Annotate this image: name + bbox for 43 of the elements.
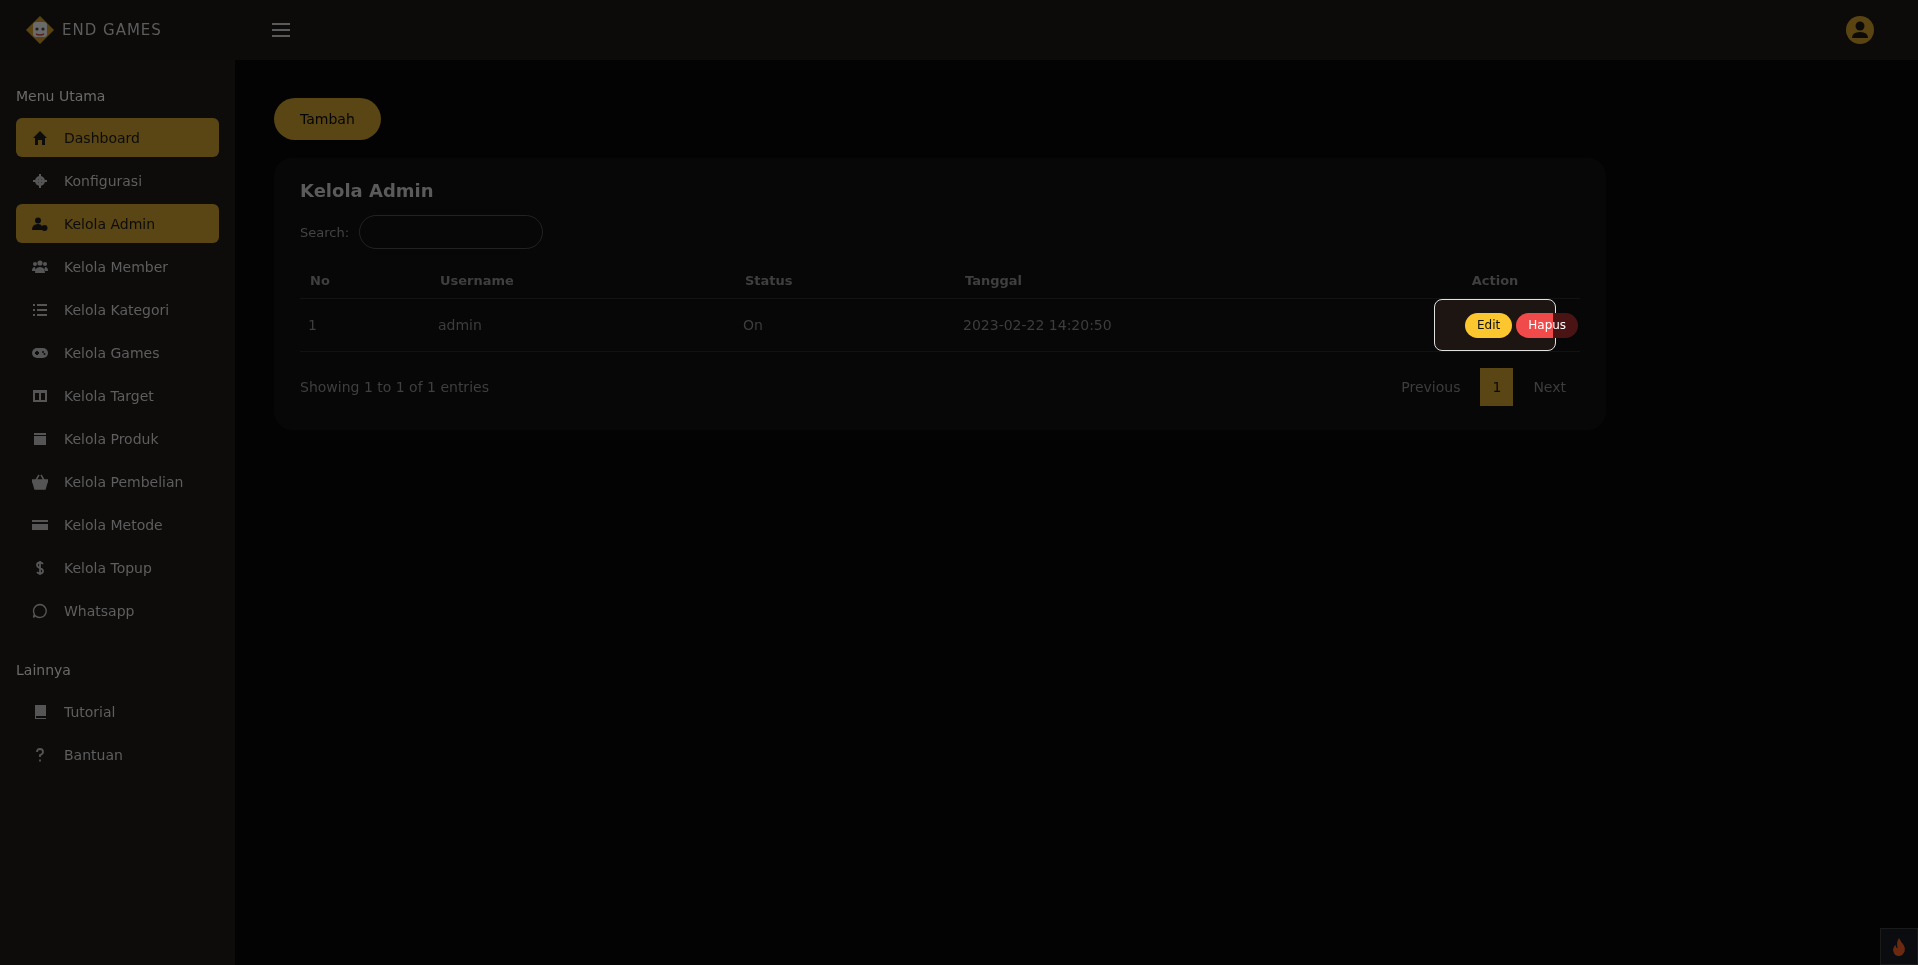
- menu-icon[interactable]: [272, 23, 290, 37]
- sidebar-item[interactable]: Kelola Admin: [16, 204, 219, 243]
- add-button[interactable]: Tambah: [274, 98, 381, 140]
- column-header: Status: [735, 263, 955, 299]
- sidebar-item[interactable]: Kelola Metode: [16, 505, 219, 544]
- section-title: Lainnya: [16, 662, 72, 678]
- home-icon: [32, 129, 48, 146]
- columns-icon: [32, 387, 48, 404]
- card-title: Kelola Admin: [300, 180, 435, 201]
- column-header: No: [300, 263, 430, 299]
- sidebar-item[interactable]: Bantuan: [16, 735, 219, 774]
- section-title: Menu Utama: [16, 88, 107, 104]
- search-label: Search:: [300, 224, 350, 240]
- column-header: Tanggal: [955, 263, 1410, 299]
- column-header: Action: [1410, 263, 1580, 299]
- flame-icon: [1892, 937, 1906, 956]
- sidebar-item[interactable]: Kelola Member: [16, 247, 219, 286]
- column-header: Username: [430, 263, 735, 299]
- brand-name: END GAMES: [62, 21, 162, 39]
- list-icon: [32, 301, 48, 318]
- sidebar-item[interactable]: Kelola Produk: [16, 419, 219, 458]
- sidebar-item[interactable]: Kelola Pembelian: [16, 462, 219, 501]
- user-avatar-icon[interactable]: [1846, 16, 1874, 44]
- entries-info: Showing 1 to 1 of 1 entries: [300, 379, 489, 395]
- search-field[interactable]: [359, 215, 544, 249]
- sidebar-item[interactable]: Dashboard: [16, 118, 219, 157]
- sidebar-item[interactable]: Whatsapp: [16, 591, 219, 630]
- sidebar-item[interactable]: Kelola Games: [16, 333, 219, 372]
- sidebar-item[interactable]: Tutorial: [16, 692, 219, 731]
- box-icon: [32, 430, 48, 447]
- page-button[interactable]: 1: [1480, 368, 1514, 406]
- basket-icon: [32, 473, 48, 490]
- edit-button[interactable]: Edit: [1465, 312, 1513, 338]
- book-icon: [32, 703, 48, 720]
- user-gear-icon: [32, 215, 48, 232]
- debug-toolbar-button[interactable]: [1880, 928, 1918, 965]
- sidebar-item[interactable]: Kelola Topup: [16, 548, 219, 587]
- sidebar-item[interactable]: Kelola Kategori: [16, 290, 219, 329]
- chat-icon: [32, 602, 48, 619]
- users-icon: [32, 258, 48, 275]
- mascot-logo-icon: [24, 14, 56, 46]
- sidebar-item[interactable]: Konfigurasi: [16, 161, 219, 200]
- sidebar-item[interactable]: Kelola Target: [16, 376, 219, 415]
